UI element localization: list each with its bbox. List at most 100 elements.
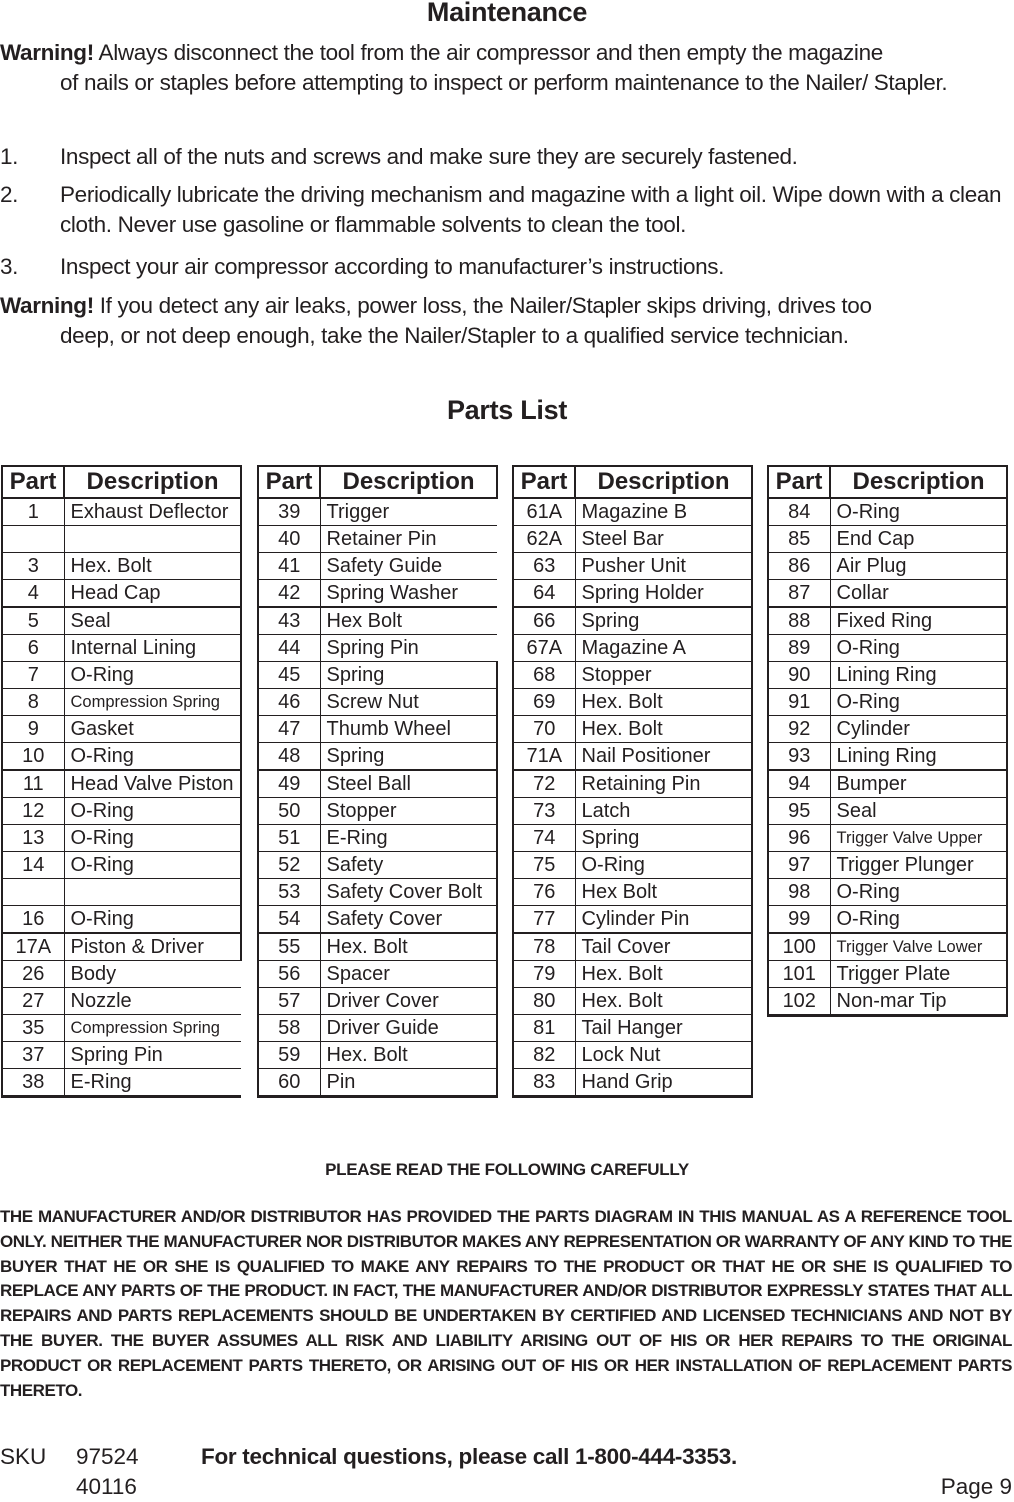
table-row: 85 End Cap — [767, 525, 1008, 553]
table-row: 6 Internal Lining — [1, 634, 242, 662]
part-description: Hand Grip — [575, 1068, 753, 1098]
part-number: 16 — [1, 905, 65, 934]
part-number: 50 — [257, 797, 321, 825]
table-row: 37 Spring Pin — [1, 1041, 241, 1069]
part-description: Safety Guide — [320, 552, 497, 580]
table-header-row: Part Description — [512, 465, 753, 499]
part-description: Trigger — [320, 498, 497, 526]
part-number: 70 — [512, 715, 576, 743]
part-number: 85 — [767, 525, 831, 553]
part-description: Spring — [575, 607, 753, 635]
table-row: 83 Hand Grip — [512, 1068, 753, 1098]
table-row — [1, 525, 242, 553]
table-row: 26 Body — [1, 960, 241, 988]
part-number: 6 — [1, 634, 65, 662]
table-row: 96 Trigger Valve Upper — [767, 824, 1008, 852]
part-number: 35 — [1, 1014, 65, 1042]
part-number: 46 — [257, 688, 321, 716]
part-description: Nail Positioner — [575, 742, 753, 771]
table-row: 10 O-Ring — [1, 742, 242, 771]
part-description: Trigger Valve Upper — [830, 824, 1008, 852]
maintenance-item-3: 3. Inspect your air compressor according… — [0, 252, 1014, 282]
table-row: 74 Spring — [512, 824, 753, 852]
table-row: 60 Pin — [257, 1068, 498, 1098]
part-description: Lock Nut — [575, 1041, 753, 1069]
part-description: O-Ring — [64, 851, 242, 879]
sku-number-1: 97524 — [76, 1444, 139, 1469]
warning-2-first-line: If you detect any air leaks, power loss,… — [99, 293, 872, 318]
part-number: 93 — [767, 742, 831, 771]
part-description: O-Ring — [64, 905, 242, 934]
part-description: O-Ring — [830, 905, 1008, 934]
maintenance-item-1: 1. Inspect all of the nuts and screws an… — [0, 142, 1014, 172]
part-number: 7 — [1, 661, 65, 689]
header-description: Description — [829, 465, 1008, 499]
part-number: 51 — [257, 824, 321, 852]
table-row: 8 Compression Spring — [1, 688, 242, 716]
part-description: Head Valve Piston — [64, 770, 242, 798]
part-description: End Cap — [830, 525, 1008, 553]
part-description: Trigger Plate — [830, 960, 1008, 988]
warning-2: Warning! If you detect any air leaks, po… — [0, 291, 1012, 351]
table-row: 52 Safety — [257, 851, 498, 879]
part-description: O-Ring — [830, 634, 1008, 662]
table-row: 44 Spring Pin — [257, 634, 497, 662]
part-number: 95 — [767, 797, 831, 825]
item-number: 1. — [0, 144, 19, 169]
part-number: 87 — [767, 579, 831, 608]
header-description: Description — [63, 465, 242, 499]
table-row: 66 Spring — [512, 607, 753, 635]
part-description: Spring Pin — [64, 1041, 241, 1069]
part-description: Cylinder Pin — [575, 905, 753, 934]
part-description: Retainer Pin — [320, 525, 497, 553]
table-row: 70 Hex. Bolt — [512, 715, 753, 743]
part-number: 79 — [512, 960, 576, 988]
sku-number-2: 40116 — [76, 1474, 137, 1499]
part-number: 55 — [257, 933, 321, 961]
table-row: 92 Cylinder — [767, 715, 1008, 743]
table-row: 4 Head Cap — [1, 579, 242, 608]
table-row: 99 O-Ring — [767, 905, 1008, 934]
table-row: 91 O-Ring — [767, 688, 1008, 716]
part-number: 48 — [257, 742, 321, 771]
part-number: 73 — [512, 797, 576, 825]
header-part: Part — [512, 465, 576, 499]
part-description: Compression Spring — [64, 688, 242, 716]
table-row: 97 Trigger Plunger — [767, 851, 1008, 879]
table-row: 90 Lining Ring — [767, 661, 1008, 689]
parts-table-3: Part Description 61A Magazine B 62A Steel Bar… — [512, 465, 753, 1098]
part-description: Collar — [830, 579, 1008, 608]
table-row: 58 Driver Guide — [257, 1014, 498, 1042]
part-number: 74 — [512, 824, 576, 852]
part-description: Spring Holder — [575, 579, 753, 608]
part-number: 60 — [257, 1068, 321, 1098]
table-row: 40 Retainer Pin — [257, 525, 497, 553]
part-number: 88 — [767, 607, 831, 635]
part-number: 41 — [257, 552, 321, 580]
part-description: Lining Ring — [830, 661, 1008, 689]
part-number: 61A — [512, 498, 576, 526]
part-description: Hex Bolt — [575, 878, 753, 906]
part-number: 27 — [1, 987, 65, 1015]
maintenance-item-2: 2. Periodically lubricate the driving me… — [0, 180, 1014, 240]
table-row: 95 Seal — [767, 797, 1008, 825]
table-row: 12 O-Ring — [1, 797, 242, 825]
part-number: 13 — [1, 824, 65, 852]
table-row: 39 Trigger — [257, 498, 497, 526]
table-row: 3 Hex. Bolt — [1, 552, 242, 580]
table-row: 75 O-Ring — [512, 851, 753, 879]
part-description: Piston & Driver — [64, 933, 242, 961]
part-description: Hex. Bolt — [575, 688, 753, 716]
table-row: 35 Compression Spring — [1, 1014, 241, 1042]
table-row: 62A Steel Bar — [512, 525, 753, 553]
table-row: 73 Latch — [512, 797, 753, 825]
table-row: 79 Hex. Bolt — [512, 960, 753, 988]
part-description: Seal — [830, 797, 1008, 825]
part-description: Compression Spring — [64, 1014, 241, 1042]
warning-1-continuation: of nails or staples before attempting to… — [60, 70, 948, 95]
table-row: 87 Collar — [767, 579, 1008, 608]
table-row: 68 Stopper — [512, 661, 753, 689]
table-row: 51 E-Ring — [257, 824, 498, 852]
part-description: O-Ring — [64, 797, 242, 825]
part-description: O-Ring — [830, 498, 1008, 526]
